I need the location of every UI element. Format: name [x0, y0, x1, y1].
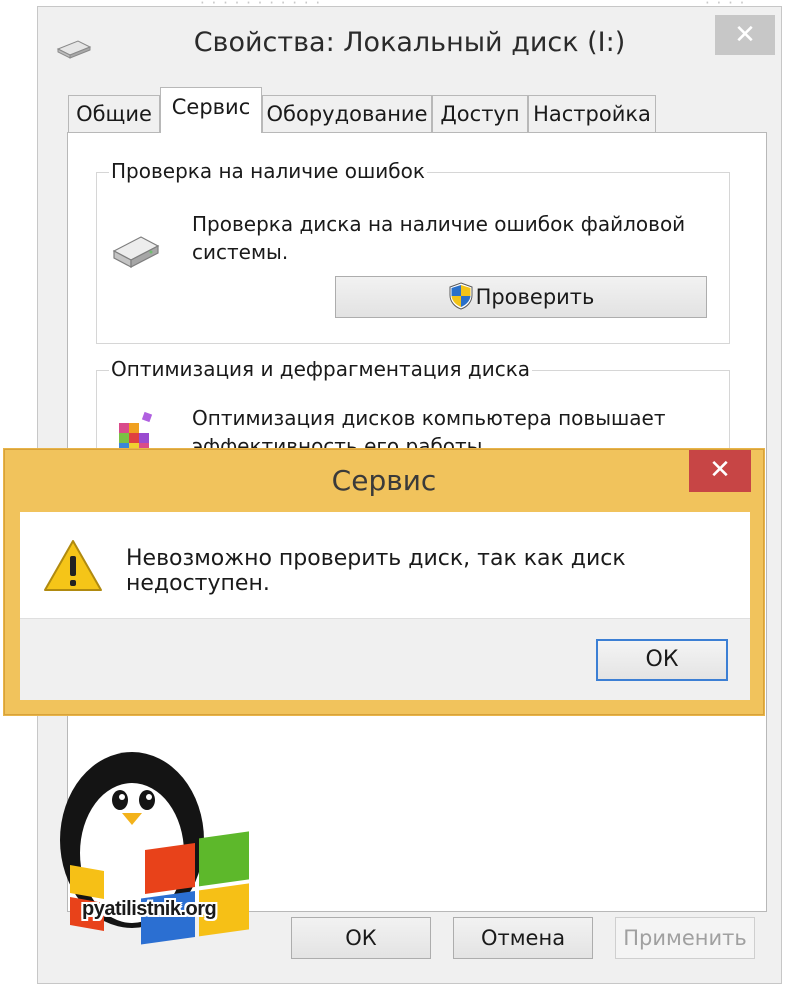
tab-general[interactable]: Общие — [68, 95, 160, 133]
check-button-label: Проверить — [475, 285, 595, 309]
tab-hardware[interactable]: Оборудование — [262, 95, 432, 133]
dialog-ok-button[interactable]: ОК — [596, 639, 728, 681]
cancel-button[interactable]: Отмена — [453, 917, 593, 959]
error-check-group: Проверка на наличие ошибок Проверка диск… — [96, 159, 730, 344]
drive-icon — [112, 236, 160, 268]
tab-customize[interactable]: Настройка — [528, 95, 656, 133]
dialog-message: Невозможно проверить диск, так как диск … — [126, 546, 626, 596]
window-title: Свойства: Локальный диск (I:) — [193, 27, 626, 58]
dialog-title: Сервис — [331, 464, 437, 497]
title-bar[interactable]: Свойства: Локальный диск (I:) ✕ — [38, 7, 781, 85]
error-check-description: Проверка диска на наличие ошибок файлово… — [192, 212, 686, 264]
group-label: Проверка на наличие ошибок — [109, 159, 427, 183]
close-button[interactable]: ✕ — [715, 15, 775, 55]
ok-button[interactable]: ОК — [291, 917, 431, 959]
apply-button[interactable]: Применить — [615, 917, 755, 959]
dialog-footer: ОК — [20, 618, 750, 700]
uac-shield-icon — [449, 282, 473, 310]
watermark-text: pyatilistnik.org — [82, 898, 217, 920]
warning-icon — [44, 540, 102, 591]
dialog-body: Невозможно проверить диск, так как диск … — [20, 512, 750, 700]
tab-service[interactable]: Сервис — [160, 87, 262, 133]
error-dialog: Сервис ✕ Невозможно проверить диск, так … — [4, 449, 764, 715]
group-label: Оптимизация и дефрагментация диска — [109, 357, 533, 381]
check-button[interactable]: Проверить — [335, 276, 707, 318]
dialog-close-button[interactable]: ✕ — [689, 450, 751, 492]
tab-sharing[interactable]: Доступ — [432, 95, 528, 133]
penguin-windows-logo — [60, 752, 249, 945]
